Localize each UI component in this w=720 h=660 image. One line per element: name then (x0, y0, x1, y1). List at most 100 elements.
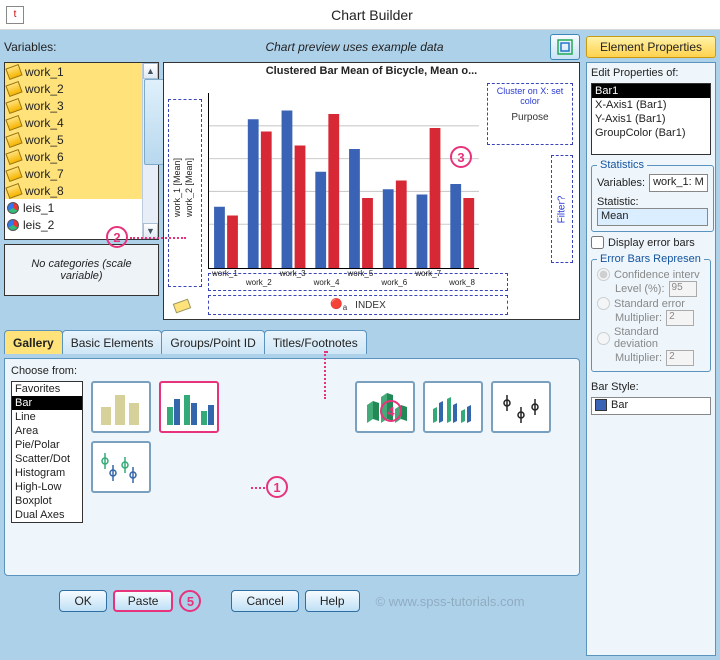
thumb-clustered-bar[interactable] (159, 381, 219, 433)
variable-name: leis_1 (23, 201, 54, 215)
scale-icon (5, 114, 22, 130)
display-error-bars-checkbox[interactable]: Display error bars (591, 236, 711, 249)
preview-column: Clustered Bar Mean of Bicycle, Mean o...… (163, 62, 580, 320)
sd-mult-value[interactable]: 2 (666, 350, 694, 366)
bar-style-dropdown[interactable]: Bar (591, 397, 711, 415)
variable-item[interactable]: work_5 (5, 131, 142, 148)
main-area: Variables: Chart preview uses example da… (0, 30, 720, 660)
left-pane: Variables: Chart preview uses example da… (4, 36, 580, 656)
index-swatch-icon: 🔴a (330, 299, 347, 312)
sd-radio[interactable]: Standard deviation (597, 326, 705, 350)
properties-listbox[interactable]: Bar1 X-Axis1 (Bar1) Y-Axis1 (Bar1) Group… (591, 83, 711, 155)
chart-type-item[interactable]: High-Low (12, 480, 82, 494)
dialog-buttons: OK Paste 5 Cancel Help © www.spss-tutori… (4, 580, 580, 612)
gallery-body: Choose from: FavoritesBarLineAreaPie/Pol… (4, 358, 580, 576)
ci-level-row: Level (%):95 (615, 281, 705, 297)
variable-item[interactable]: work_7 (5, 165, 142, 182)
chart-type-item[interactable]: Scatter/Dot (12, 452, 82, 466)
paste-button[interactable]: Paste (113, 590, 174, 612)
tab-groups-point-id[interactable]: Groups/Point ID (161, 330, 264, 354)
se-mult-row: Multiplier:2 (615, 310, 705, 326)
list-item[interactable]: Bar1 (592, 84, 710, 98)
stats-variables-value[interactable]: work_1: M (649, 174, 708, 192)
variable-name: work_5 (25, 133, 64, 147)
variable-item[interactable]: work_2 (5, 80, 142, 97)
ok-button[interactable]: OK (59, 590, 106, 612)
edit-properties-label: Edit Properties of: (591, 67, 711, 79)
cluster-color-dropzone[interactable]: Cluster on X: set color Purpose (487, 83, 573, 145)
chart-thumbnails (91, 381, 573, 493)
tab-titles-footnotes[interactable]: Titles/Footnotes (264, 330, 367, 354)
choose-from-label: Choose from: (11, 365, 573, 377)
left-top: work_1work_2work_3work_4 work_5 work_6work… (4, 62, 580, 320)
app-icon: t (6, 6, 24, 24)
se-radio[interactable]: Standard error (597, 297, 705, 310)
statistic-label: Statistic: (597, 196, 708, 208)
thumb-error-bar-1[interactable] (491, 381, 551, 433)
tab-basic-elements[interactable]: Basic Elements (62, 330, 163, 354)
variables-label: Variables: (4, 40, 159, 54)
chart-type-item[interactable]: Pie/Polar (12, 438, 82, 452)
variable-item[interactable]: work_8 (5, 182, 142, 199)
variable-item[interactable]: work_3 (5, 97, 142, 114)
bar-swatch-icon (595, 399, 607, 411)
variables-list[interactable]: work_1work_2work_3work_4 work_5 work_6work… (4, 62, 159, 240)
ci-radio[interactable]: Confidence interv (597, 268, 705, 281)
right-pane: Element Properties Edit Properties of: B… (586, 36, 716, 656)
variable-item[interactable]: work_6 (5, 148, 142, 165)
chart-type-item[interactable]: Boxplot (12, 494, 82, 508)
statistics-fieldset: Statistics Variables: work_1: M Statisti… (591, 159, 714, 232)
index-dropzone[interactable]: 🔴a INDEX (208, 295, 508, 315)
chart-type-item[interactable]: Histogram (12, 466, 82, 480)
eraser-icon[interactable] (173, 299, 191, 314)
scroll-down-arrow-icon[interactable]: ▼ (143, 223, 158, 239)
display-error-bars-label: Display error bars (608, 237, 695, 249)
list-item[interactable]: GroupColor (Bar1) (592, 126, 710, 140)
watermark: © www.spss-tutorials.com (376, 594, 525, 609)
scale-icon (5, 182, 22, 198)
scroll-up-arrow-icon[interactable]: ▲ (143, 63, 158, 79)
stats-legend: Statistics (597, 159, 647, 171)
variable-name: work_7 (25, 167, 64, 181)
expand-preview-button[interactable] (550, 34, 580, 60)
bars-svg (209, 93, 479, 268)
variable-item[interactable]: work_1 (5, 63, 142, 80)
element-properties-panel: Edit Properties of: Bar1 X-Axis1 (Bar1) … (586, 62, 716, 656)
ci-level-value[interactable]: 95 (669, 281, 697, 297)
variables-scrollbar[interactable]: ▲ ▼ (142, 63, 158, 239)
thumb-3d-clustered-bar[interactable] (423, 381, 483, 433)
variable-name: work_1 (25, 65, 64, 79)
chart-type-item[interactable]: Line (12, 410, 82, 424)
thumb-simple-bar[interactable] (91, 381, 151, 433)
filter-dropzone[interactable]: Filter? (551, 155, 573, 263)
legend-purpose: Purpose (490, 112, 570, 123)
chart-type-item[interactable]: Dual Axes (12, 508, 82, 522)
tab-gallery[interactable]: Gallery (4, 330, 63, 354)
list-item[interactable]: Y-Axis1 (Bar1) (592, 112, 710, 126)
variable-item[interactable]: leis_1 (5, 199, 142, 216)
variable-item[interactable]: work_4 (5, 114, 142, 131)
thumb-error-bar-2[interactable] (91, 441, 151, 493)
statistic-dropdown[interactable]: Mean (597, 208, 708, 226)
chart-type-list[interactable]: FavoritesBarLineAreaPie/PolarScatter/Dot… (11, 381, 83, 523)
stats-variables-label: Variables: (597, 177, 645, 189)
variable-name: work_6 (25, 150, 64, 164)
chart-title: Clustered Bar Mean of Bicycle, Mean o... (164, 65, 579, 77)
help-button[interactable]: Help (305, 590, 360, 612)
cancel-button[interactable]: Cancel (231, 590, 298, 612)
nominal-icon (7, 219, 19, 231)
chart-preview-panel[interactable]: Clustered Bar Mean of Bicycle, Mean o...… (163, 62, 580, 320)
element-properties-button[interactable]: Element Properties (586, 36, 716, 58)
bar-style-label: Bar Style: (591, 381, 711, 393)
chart-type-item[interactable]: Bar (12, 396, 82, 410)
chart-type-item[interactable]: Area (12, 424, 82, 438)
variable-name: leis_2 (23, 218, 54, 232)
list-item[interactable]: X-Axis1 (Bar1) (592, 98, 710, 112)
plot-area (208, 93, 479, 269)
se-mult-value[interactable]: 2 (666, 310, 694, 326)
variable-item[interactable]: leis_2 (5, 216, 142, 233)
chart-type-item[interactable]: Favorites (12, 382, 82, 396)
thumb-3d-bar[interactable] (355, 381, 415, 433)
display-error-bars-input[interactable] (591, 236, 604, 249)
scroll-track[interactable] (143, 79, 158, 223)
